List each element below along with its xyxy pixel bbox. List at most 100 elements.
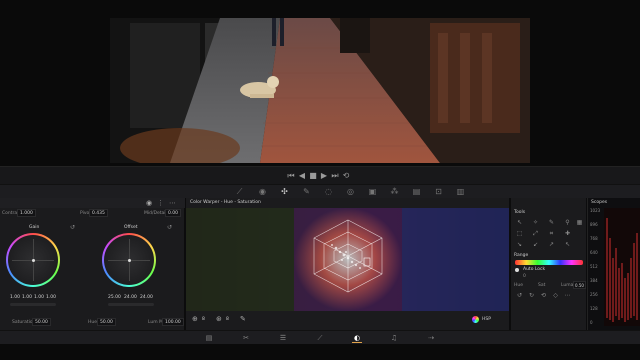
autolock-sub: 0 [523,274,526,279]
window-icon[interactable]: ◌ [324,187,333,196]
blur-icon[interactable]: ⁂ [390,187,399,196]
tracker-icon[interactable]: ◎ [346,187,355,196]
skip-back-icon[interactable]: ⏮ [286,171,296,181]
scope-scale-4: 512 [590,264,598,269]
wheels-header: ◉ ⋮ ⋯ [0,198,185,208]
hue-field[interactable]: 50.00 [97,318,116,326]
hue-label: Hue [88,320,98,325]
lock-icon[interactable]: ⚲ [563,218,572,227]
range-gradient-bar[interactable] [515,260,583,265]
skip-forward-icon[interactable]: ⏭ [330,171,340,181]
loop-icon[interactable]: ⟲ [341,171,351,181]
offset-reset-icon[interactable]: ↺ [167,224,172,231]
corner-bl-icon[interactable]: ↗ [547,240,556,249]
middetail-field[interactable]: 0.00 [165,209,182,217]
corner-br-icon[interactable]: ↖ [563,240,572,249]
gain-wheel[interactable] [6,233,60,287]
scopes-panel: Scopes 1023 896 768 640 512 384 256 128 … [587,198,640,330]
contrast-field[interactable]: 1.000 [17,209,36,217]
wheels-mode-icon[interactable]: ◉ [146,199,152,207]
magic-mask-icon[interactable]: ▣ [368,187,377,196]
edit-icon[interactable]: ☰ [278,333,288,343]
scope-scale-6: 256 [590,292,598,297]
fairlight-icon[interactable]: ♫ [389,333,399,343]
scope-scale-8: 0 [590,320,593,325]
gain-value-g[interactable]: 1.00 [34,295,44,300]
resolution-icon[interactable]: ⊛ [216,315,222,323]
media-icon[interactable]: ▤ [204,333,214,343]
cut-icon[interactable]: ✂ [241,333,251,343]
grid-edit-icon[interactable]: ✎ [547,218,556,227]
undo-icon[interactable]: ↺ [515,291,524,300]
scope-scale-2: 768 [590,236,598,241]
color-icon[interactable]: ◐ [352,333,362,343]
pick-icon[interactable]: ✧ [531,218,540,227]
fusion-icon[interactable]: ⟋ [315,333,325,343]
colorspace-value[interactable]: HSP [482,317,491,322]
pointer-icon[interactable]: ↖ [515,218,524,227]
pivot-field[interactable]: 0.435 [89,209,108,217]
offset-value-r[interactable]: 25.00 [108,295,121,300]
gain-master-slider[interactable] [10,303,56,306]
offset-master-slider[interactable] [108,303,154,306]
lummix-field[interactable]: 100.00 [162,318,184,326]
resolution-value[interactable]: 8 [226,317,229,322]
tools-title: Tools [514,210,526,215]
step-back-icon[interactable]: ◀ [297,171,307,181]
gain-value-y[interactable]: 1.00 [10,295,20,300]
warper-title: Color Warper - Hue - Saturation [190,200,261,205]
redo-icon[interactable]: ↻ [527,291,536,300]
play-icon[interactable]: ▶ [319,171,329,181]
warper-plot[interactable] [186,208,509,311]
video-frame[interactable] [110,18,530,163]
corner-tl-icon[interactable]: ↘ [515,240,524,249]
gain-reset-icon[interactable]: ↺ [70,224,75,231]
warper-footer: ⊕ 8 ⊛ 8 ✎ HSP [186,311,509,330]
video-image [110,18,530,163]
autolock-toggle[interactable] [515,268,519,272]
select-icon[interactable]: ⬚ [515,229,524,238]
middetail-label: Mid/Detail [144,211,167,216]
offset-title: Offset [124,225,138,230]
offset-value-g[interactable]: 24.00 [124,295,137,300]
colorspace-icon[interactable] [472,316,479,323]
transport-bar: ⏮ ◀ ■ ▶ ⏭ ⟲ [0,166,640,184]
key-icon[interactable]: ▤ [412,187,421,196]
luma-range-label: Luma [561,283,574,288]
reset-icon[interactable]: ⟲ [539,291,548,300]
3d-icon[interactable]: ▥ [456,187,465,196]
expand-icon[interactable]: ⤢ [531,229,540,238]
gain-title: Gain [29,225,40,230]
camera-icon[interactable]: ◉ [258,187,267,196]
gain-value-r[interactable]: 1.00 [22,295,32,300]
deliver-icon[interactable]: ⇢ [426,333,436,343]
keyframe-icon[interactable]: ◇ [551,291,560,300]
offset-value-b[interactable]: 24.00 [140,295,153,300]
scope-scale-5: 384 [590,278,598,283]
tools-panel: Tools ↖ ✧ ✎ ⚲ ▦ ⬚ ⤢ ⌗ ✚ ↘ ↙ ↗ ↖ Range Au… [510,198,586,330]
add-icon[interactable]: ✚ [563,229,572,238]
gain-value-b[interactable]: 1.00 [46,295,56,300]
wheels-bars-icon[interactable]: ⋮ [157,199,164,207]
link-icon[interactable]: ⌗ [547,229,556,238]
scope-scale-3: 640 [590,250,598,255]
warper-icon[interactable]: ✣ [280,187,289,196]
saturation-field[interactable]: 50.00 [32,318,51,326]
color-wheels-panel: ◉ ⋮ ⋯ Contrast 1.000 Pivot 0.435 Mid/Det… [0,198,185,330]
eyedropper-icon[interactable]: ✎ [240,315,246,323]
autolock-label: Auto Lock [523,267,546,272]
corner-tr-icon[interactable]: ↙ [531,240,540,249]
menu-icon[interactable]: ⋯ [563,291,572,300]
sizing-icon[interactable]: ⊡ [434,187,443,196]
offset-wheel[interactable] [102,233,156,287]
gain-wheel-puck[interactable] [31,258,35,262]
stop-icon[interactable]: ■ [308,171,318,181]
zoom-icon[interactable]: ⊕ [192,315,198,323]
luma-field[interactable]: 0.50 [573,281,586,289]
grid-icon[interactable]: ▦ [575,218,584,227]
offset-wheel-puck[interactable] [127,258,131,262]
picker-icon[interactable]: ✎ [302,187,311,196]
curves-icon[interactable]: ⟋ [235,187,244,196]
zoom-value[interactable]: 8 [202,317,205,322]
wheels-more-icon[interactable]: ⋯ [169,199,176,207]
